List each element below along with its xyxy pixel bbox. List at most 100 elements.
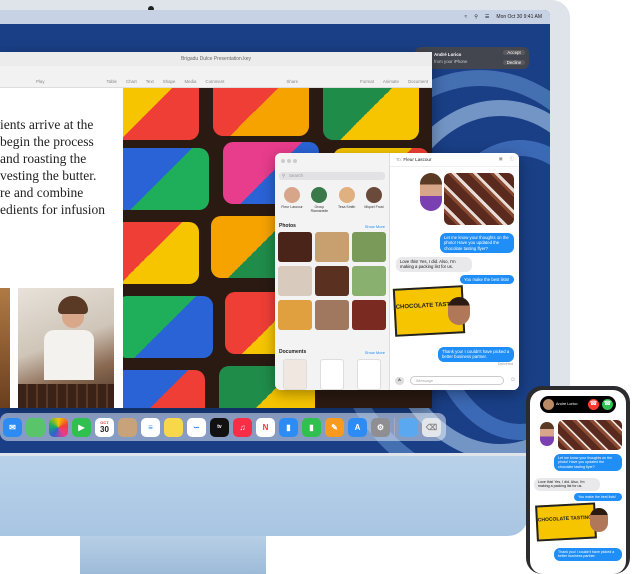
slide-line: edients for infusion (0, 202, 105, 217)
search-icon[interactable]: ⚲ (474, 14, 478, 20)
control-center-icon[interactable]: ☰ (485, 14, 489, 20)
document-button[interactable]: Document (408, 79, 428, 84)
delivered-status: Delivered (497, 362, 513, 366)
maps-icon[interactable] (26, 417, 45, 437)
contacts-icon[interactable] (118, 417, 137, 437)
shared-photo[interactable] (558, 420, 622, 450)
slide-line: and roasting the (0, 151, 87, 166)
input-placeholder: iMessage (416, 378, 434, 383)
window-title: Brigadu Dulce Presentation.key (0, 52, 432, 66)
photo-thumbnail[interactable] (278, 232, 312, 262)
received-message[interactable]: Love this! Yes, I did. Also, I'm making … (396, 257, 472, 272)
slide-line: vesting the butter. (0, 168, 97, 183)
accept-button[interactable]: Accept (503, 50, 525, 55)
photos-icon[interactable] (49, 417, 68, 437)
documents-show-more[interactable]: Show More (365, 350, 385, 355)
shared-photo[interactable] (444, 173, 514, 225)
contact-group[interactable]: Group Riamanelie (306, 187, 332, 213)
flyer-text: CHOCOLATE TASTING (537, 514, 593, 524)
sent-message[interactable]: Let me know your thoughts on the photo! … (554, 454, 622, 472)
notes-icon[interactable] (164, 417, 183, 437)
news-icon[interactable]: N (256, 417, 275, 437)
slide-line: ients arrive at the (0, 117, 94, 132)
shape-button[interactable]: Shape (163, 79, 176, 84)
documents-header: Documents (279, 349, 307, 355)
document-thumbnail[interactable] (283, 359, 307, 390)
downloads-folder-icon[interactable] (399, 417, 418, 437)
info-icon[interactable]: ⓘ (509, 156, 514, 162)
reminders-icon[interactable]: ≡ (141, 417, 160, 437)
photo-thumbnail[interactable] (315, 232, 349, 262)
comment-button[interactable]: Comment (205, 79, 224, 84)
contact-fleur[interactable]: Fleur Lascour (279, 187, 305, 213)
format-button[interactable]: Format (360, 79, 374, 84)
received-message[interactable]: Love this! Yes, I did. Also, I'm making … (534, 478, 600, 491)
sent-message[interactable]: Let me know your thoughts on the photo! … (440, 233, 514, 254)
photo-thumbnail[interactable] (352, 266, 386, 296)
sent-message[interactable]: Thank you! I couldn't have picked a bett… (554, 548, 622, 561)
contact-tesa[interactable]: Tesa Smith (334, 187, 360, 213)
pages-icon[interactable]: ✎ (325, 417, 344, 437)
conversation-header: To: Fleur Lascour ▣ ⓘ (390, 153, 519, 167)
contact-name: Miquel Frost (364, 205, 384, 209)
accept-call-button[interactable]: ☎ (602, 399, 613, 410)
document-thumbnail[interactable] (320, 359, 344, 390)
notification-name: André Lorico (434, 52, 462, 57)
play-button[interactable]: Play (36, 79, 45, 84)
animate-button[interactable]: Animate (383, 79, 399, 84)
photo-thumbnail[interactable] (352, 232, 386, 262)
wifi-icon[interactable]: ≈ (465, 14, 468, 20)
dynamic-island-call[interactable]: André Lorico ☎ ☎ (540, 396, 616, 413)
share-picker: ⚲ Search Fleur Lascour Group Riamanelie … (275, 153, 390, 390)
media-button[interactable]: Media (184, 79, 196, 84)
decline-button[interactable]: Decline (503, 60, 525, 65)
conversation-pane: To: Fleur Lascour ▣ ⓘ Let me know your t… (390, 153, 519, 390)
memoji-sticker (540, 422, 554, 446)
music-icon[interactable]: ♫ (233, 417, 252, 437)
photo-thumbnail[interactable] (315, 300, 349, 330)
calendar-day: 30 (100, 425, 109, 434)
keynote-icon[interactable]: ▮ (279, 417, 298, 437)
avatar (365, 187, 382, 203)
tv-icon[interactable]: tv (210, 417, 229, 437)
freeform-icon[interactable]: ∽ (187, 417, 206, 437)
decline-call-button[interactable]: ☎ (588, 399, 599, 410)
photos-show-more[interactable]: Show More (365, 224, 385, 229)
flyer-sticker[interactable]: CHOCOLATE TASTING (535, 502, 597, 542)
settings-icon[interactable]: ⚙ (371, 417, 390, 437)
calendar-icon[interactable]: OCT 30 (95, 417, 114, 437)
chart-button[interactable]: Chart (126, 79, 137, 84)
photo-thumbnail[interactable] (315, 266, 349, 296)
apps-button[interactable]: A (395, 377, 404, 385)
facetime-icon[interactable]: ▶ (72, 417, 91, 437)
app-store-icon[interactable]: A (348, 417, 367, 437)
recipient-name[interactable]: Fleur Lascour (403, 157, 431, 162)
contact-miquel[interactable]: Miquel Frost (361, 187, 387, 213)
search-placeholder: Search (289, 173, 303, 178)
sent-message[interactable]: You make the best lists! (460, 275, 514, 285)
iphone-screen: André Lorico ☎ ☎ Let me know your though… (530, 390, 626, 574)
mail-icon[interactable]: ✉ (3, 417, 22, 437)
call-notification[interactable]: André Lorico from your iPhone Accept Dec… (415, 47, 529, 69)
emoji-icon[interactable]: ☺ (510, 377, 516, 383)
photos-header: Photos (279, 223, 296, 229)
search-field[interactable]: ⚲ Search (279, 172, 385, 180)
text-button[interactable]: Text (146, 79, 154, 84)
share-button[interactable]: Share (286, 79, 298, 84)
photo-thumbnail[interactable] (352, 300, 386, 330)
video-icon[interactable]: ▣ (499, 156, 503, 162)
dock: ✉ ▶ OCT 30 ≡ ∽ tv ♫ N ▮ ▮ ✎ A ⚙ ⌫ (0, 413, 446, 441)
table-button[interactable]: Table (106, 79, 117, 84)
document-thumbnail[interactable] (357, 359, 381, 390)
numbers-icon[interactable]: ▮ (302, 417, 321, 437)
photo-thumbnail[interactable] (278, 300, 312, 330)
scene: ≈ ⚲ ☰ Mon Oct 30 9:41 AM André Lorico fr… (0, 0, 632, 574)
imessage-input[interactable]: iMessage (410, 376, 504, 385)
photo-thumbnail[interactable] (278, 266, 312, 296)
menu-clock[interactable]: Mon Oct 30 9:41 AM (496, 14, 542, 20)
slide-canvas[interactable]: ients arrive at the begin the process an… (0, 88, 123, 408)
trash-icon[interactable]: ⌫ (422, 417, 441, 437)
chocolate-tray (18, 384, 114, 408)
sent-message[interactable]: You make the best lists! (574, 493, 622, 502)
sent-message[interactable]: Thank you! I couldn't have picked a bett… (438, 347, 514, 362)
